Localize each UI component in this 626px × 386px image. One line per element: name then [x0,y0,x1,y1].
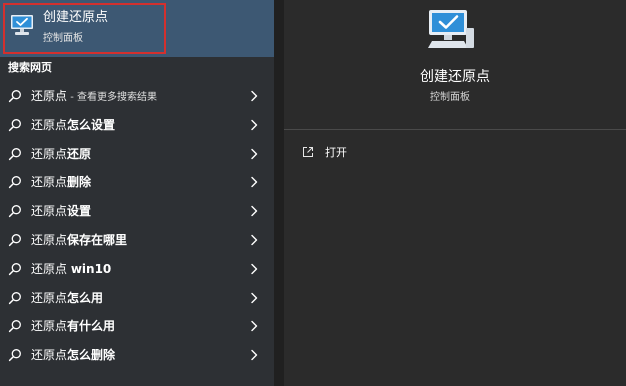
detail-subtitle: 控制面板 [430,92,470,103]
web-results-list: 还原点 - 查看更多搜索结果 还原点怎么设置 还原点还原 还原点删除 还原点设置 还原点保… [0,82,274,370]
best-match-title: 创建还原点 [43,10,109,25]
query-text: 还原点 [31,232,68,247]
chevron-right-icon[interactable] [250,234,258,246]
web-result-row[interactable]: 还原点 - 查看更多搜索结果 [0,82,274,111]
web-result-row[interactable]: 还原点删除 [0,168,274,197]
query-text: 还原点 [31,204,68,219]
search-icon [8,176,21,189]
chevron-right-icon[interactable] [250,205,258,217]
detail-title: 创建还原点 [420,69,490,85]
monitor-check-icon [428,10,474,48]
chevron-right-icon[interactable] [250,292,258,304]
web-result-label: 还原点设置 [31,204,91,219]
search-flyout: 创建还原点 控制面板 搜索网页 还原点 - 查看更多搜索结果 还原点怎么设置 还原点… [0,0,626,386]
open-action-button[interactable]: 打开 [300,144,420,164]
suggestion-text: 怎么用 [67,290,104,305]
web-result-label: 还原点怎么删除 [31,348,115,363]
query-text: 还原点 [31,319,68,334]
web-result-row[interactable]: 还原点保存在哪里 [0,226,274,255]
web-result-label: 还原点 - 查看更多搜索结果 [31,89,157,105]
web-result-row[interactable]: 还原点有什么用 [0,312,274,341]
search-icon [8,234,21,247]
suggestion-text: 保存在哪里 [67,232,128,247]
query-text: 还原点 [31,89,68,103]
chevron-right-icon[interactable] [250,148,258,160]
search-icon [8,118,21,131]
section-header-web: 搜索网页 [8,61,52,74]
web-result-row[interactable]: 还原点还原 [0,140,274,169]
results-pane: 创建还原点 控制面板 搜索网页 还原点 - 查看更多搜索结果 还原点怎么设置 还原点… [0,0,274,386]
more-results-hint: - 查看更多搜索结果 [67,92,157,103]
web-result-label: 还原点删除 [31,175,91,190]
detail-pane: 创建还原点 控制面板 打开 [284,0,626,386]
open-external-icon [303,147,313,157]
query-text: 还原点 [31,290,68,305]
chevron-right-icon[interactable] [250,90,258,102]
chevron-right-icon[interactable] [250,320,258,332]
chevron-right-icon[interactable] [250,263,258,275]
pane-divider [274,0,284,386]
open-action-label: 打开 [325,146,347,159]
detail-separator [284,129,626,130]
search-icon [8,320,21,333]
web-result-label: 还原点 win10 [31,262,111,277]
suggestion-text: win10 [70,261,112,276]
suggestion-text: 删除 [67,175,92,190]
web-result-label: 还原点有什么用 [31,319,115,334]
chevron-right-icon[interactable] [250,119,258,131]
query-text: 还原点 [31,261,71,276]
query-text: 还原点 [31,175,68,190]
search-icon [8,147,21,160]
web-result-row[interactable]: 还原点怎么设置 [0,111,274,140]
web-result-label: 还原点保存在哪里 [31,233,127,248]
suggestion-text: 怎么删除 [67,348,116,363]
suggestion-text: 有什么用 [67,319,116,334]
web-result-row[interactable]: 还原点怎么用 [0,284,274,313]
query-text: 还原点 [31,348,68,363]
chevron-right-icon[interactable] [250,176,258,188]
monitor-check-icon [11,15,33,35]
web-result-label: 还原点还原 [31,147,91,162]
query-text: 还原点 [31,117,68,132]
search-icon [8,90,21,103]
web-result-label: 还原点怎么设置 [31,118,115,133]
search-icon [8,205,21,218]
search-icon [8,291,21,304]
web-result-label: 还原点怎么用 [31,291,103,306]
best-match-subtitle: 控制面板 [43,33,83,44]
suggestion-text: 还原 [67,146,92,161]
best-match-item[interactable]: 创建还原点 控制面板 [0,0,274,57]
suggestion-text: 怎么设置 [67,117,116,132]
search-icon [8,262,21,275]
web-result-row[interactable]: 还原点怎么删除 [0,341,274,370]
query-text: 还原点 [31,146,68,161]
chevron-right-icon[interactable] [250,349,258,361]
search-icon [8,349,21,362]
suggestion-text: 设置 [67,204,92,219]
web-result-row[interactable]: 还原点设置 [0,197,274,226]
web-result-row[interactable]: 还原点 win10 [0,255,274,284]
